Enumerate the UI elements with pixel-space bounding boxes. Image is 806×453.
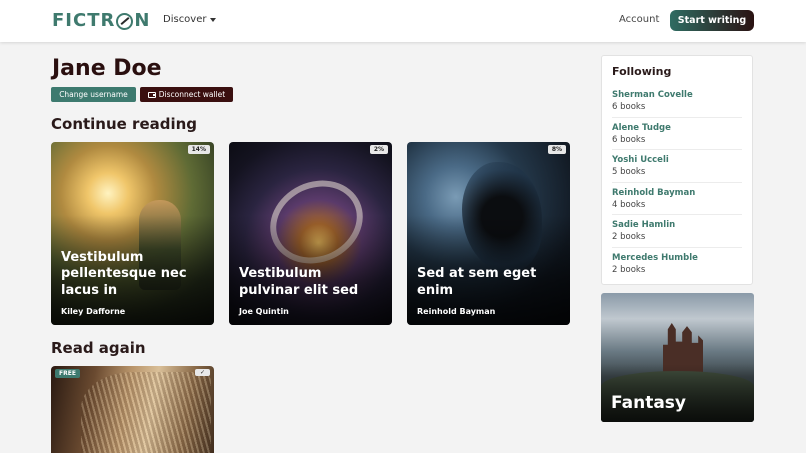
following-heading: Following [612, 65, 672, 78]
following-item[interactable]: Reinhold Bayman 4 books [612, 183, 742, 215]
book-title: Vestibulum pellentesque nec lacus in [61, 249, 187, 298]
genre-tile-fantasy[interactable]: Fantasy [601, 293, 754, 422]
author-name[interactable]: Alene Tudge [612, 122, 742, 134]
progress-badge: 14% [187, 145, 210, 154]
cover-image [81, 372, 211, 453]
progress-badge: 8% [547, 145, 566, 154]
author-name[interactable]: Reinhold Bayman [612, 187, 742, 199]
wallet-icon [147, 91, 156, 98]
author-name[interactable]: Sadie Hamlin [612, 219, 742, 231]
disconnect-wallet-button[interactable]: Disconnect wallet [140, 87, 233, 102]
book-count: 5 books [612, 167, 646, 177]
genre-label: Fantasy [611, 393, 686, 413]
book-count: 2 books [612, 232, 646, 242]
user-name: Jane Doe [52, 56, 162, 81]
book-count: 4 books [612, 199, 646, 210]
book-author: Kiley Dafforne [61, 307, 126, 316]
following-item[interactable]: Yoshi Ucceli 5 books [612, 150, 742, 183]
book-count: 6 books [612, 102, 646, 112]
free-badge: FREE [55, 369, 80, 378]
read-again-heading: Read again [51, 339, 146, 357]
book-card[interactable]: 2% Vestibulum pulvinar elit sed Joe Quin… [229, 142, 392, 325]
book-title: Vestibulum pulvinar elit sed [239, 266, 359, 298]
book-author: Joe Quintin [239, 307, 289, 316]
book-card[interactable]: FREE ✓ [51, 366, 214, 453]
fictron-logo[interactable]: FICTR N [52, 10, 150, 31]
author-name[interactable]: Sherman Covelle [612, 89, 742, 101]
book-count: 6 books [612, 134, 646, 145]
book-card[interactable]: 14% Vestibulum pellentesque nec lacus in… [51, 142, 214, 325]
logo-o-icon [116, 13, 134, 30]
disconnect-wallet-label: Disconnect wallet [158, 90, 226, 99]
continue-reading-heading: Continue reading [51, 115, 198, 133]
progress-badge: 2% [369, 145, 388, 154]
following-panel: Following Sherman Covelle 6 books Alene … [601, 55, 753, 285]
account-link[interactable]: Account [619, 14, 659, 25]
author-name[interactable]: Yoshi Ucceli [612, 154, 742, 166]
caret-down-icon [209, 17, 216, 22]
book-card[interactable]: 8% Sed at sem eget enim Reinhold Bayman [407, 142, 570, 325]
following-item[interactable]: Alene Tudge 6 books [612, 118, 742, 150]
logo-text: FICTR [52, 10, 116, 31]
discover-menu[interactable]: Discover [163, 14, 216, 25]
following-item[interactable]: Sadie Hamlin 2 books [612, 215, 742, 248]
top-navbar: FICTR N Discover Account Start writing [0, 0, 806, 42]
change-username-button[interactable]: Change username [51, 87, 136, 102]
following-item[interactable]: Mercedes Humble 2 books [612, 248, 742, 281]
book-count: 2 books [612, 264, 646, 275]
book-author: Reinhold Bayman [417, 307, 496, 316]
book-title: Sed at sem eget enim [417, 266, 537, 298]
following-item[interactable]: Sherman Covelle 6 books [612, 85, 742, 118]
check-icon: ✓ [194, 369, 210, 376]
author-name[interactable]: Mercedes Humble [612, 252, 742, 264]
start-writing-button[interactable]: Start writing [670, 10, 754, 31]
discover-label: Discover [163, 14, 207, 25]
